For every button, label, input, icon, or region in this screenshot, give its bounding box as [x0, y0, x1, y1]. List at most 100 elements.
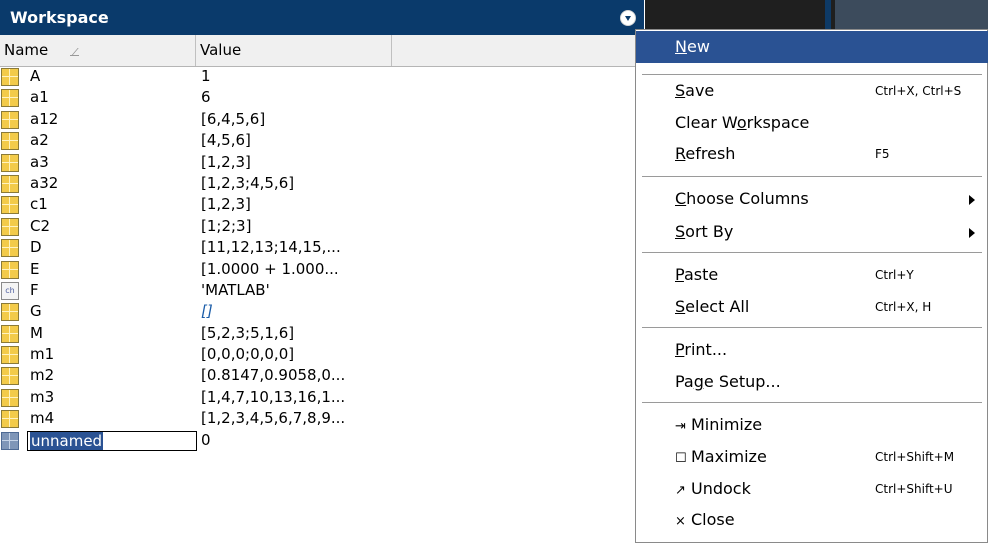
- menu-item-undock[interactable]: ↗ Undock Ctrl+Shift+U: [636, 473, 988, 505]
- variable-name: a12: [30, 109, 59, 128]
- menu-label-part: Clear W: [675, 113, 737, 132]
- close-icon: ×: [675, 514, 686, 529]
- variable-value: [1,2,3]: [201, 195, 251, 214]
- menu-mnemonic: S: [675, 81, 686, 100]
- menu-label-part: efresh: [685, 144, 736, 163]
- menu-separator: [642, 252, 982, 253]
- workspace-title-bar: Workspace: [0, 0, 644, 35]
- submenu-arrow-icon: [969, 228, 975, 238]
- menu-item-page-setup[interactable]: Page Setup...: [636, 366, 988, 398]
- menu-item-select-all[interactable]: Select All Ctrl+X, H: [636, 291, 988, 323]
- variable-name: M: [30, 323, 43, 342]
- table-row[interactable]: D [11,12,13;14,15,...: [0, 237, 640, 258]
- variable-value: 1: [201, 67, 211, 85]
- matrix-icon: [1, 410, 19, 429]
- menu-item-choose-columns[interactable]: Choose Columns: [636, 183, 988, 215]
- menu-item-clear-workspace[interactable]: Clear Workspace: [636, 107, 988, 139]
- matrix-icon: [1, 367, 19, 386]
- variable-name: m3: [30, 387, 55, 406]
- context-menu: New Save Ctrl+X, Ctrl+S Clear Workspace …: [635, 29, 988, 543]
- table-row[interactable]: M [5,2,3;5,1,6]: [0, 323, 640, 344]
- variable-name: D: [30, 238, 42, 257]
- variable-value: [1,2,3;4,5,6]: [201, 173, 295, 192]
- menu-item-minimize[interactable]: ⇥ Minimize: [636, 409, 988, 441]
- variable-value: [11,12,13;14,15,...: [201, 238, 341, 257]
- table-row[interactable]: A1: [0, 66, 640, 87]
- column-header-value-label: Value: [200, 41, 242, 59]
- menu-mnemonic: P: [675, 265, 684, 284]
- table-row[interactable]: a2 [4,5,6]: [0, 130, 640, 151]
- variable-value: 6: [201, 88, 211, 107]
- table-row[interactable]: m3 [1,4,7,10,13,16,1...: [0, 387, 640, 408]
- submenu-arrow-icon: [969, 195, 975, 205]
- menu-item-close[interactable]: × Close: [636, 504, 988, 536]
- menu-mnemonic: o: [736, 113, 747, 132]
- menu-item-new[interactable]: New: [636, 31, 988, 63]
- menu-separator: [642, 402, 982, 403]
- column-header-value[interactable]: Value: [196, 35, 392, 66]
- matrix-icon: [1, 324, 19, 343]
- variable-name: G: [30, 302, 42, 321]
- table-row[interactable]: ch F 'MATLAB': [0, 280, 640, 301]
- menu-item-save[interactable]: Save Ctrl+X, Ctrl+S: [636, 75, 988, 107]
- matrix-icon: [1, 388, 19, 407]
- variable-value: [1,4,7,10,13,16,1...: [201, 387, 346, 406]
- variable-value: [5,2,3;5,1,6]: [201, 323, 295, 342]
- matrix-icon: [1, 260, 19, 279]
- variable-value: [1.0000 + 1.000...: [201, 259, 339, 278]
- table-row[interactable]: C2 [1;2;3]: [0, 216, 640, 237]
- table-row[interactable]: a32 [1,2,3;4,5,6]: [0, 173, 640, 194]
- menu-shortcut: F5: [875, 147, 890, 161]
- table-row[interactable]: m2 [0.8147,0.9058,0...: [0, 365, 640, 386]
- variable-value: [0,0,0;0,0,0]: [201, 345, 295, 364]
- workspace-title: Workspace: [10, 8, 109, 27]
- table-row[interactable]: a12 [6,4,5,6]: [0, 109, 640, 130]
- variable-name-editor[interactable]: unnamed: [27, 430, 197, 451]
- variable-name: m4: [30, 409, 55, 428]
- menu-mnemonic: g: [693, 372, 704, 391]
- menu-item-sort-by[interactable]: Sort By: [636, 216, 988, 248]
- menu-item-paste[interactable]: Paste Ctrl+Y: [636, 259, 988, 291]
- table-row[interactable]: m4 [1,2,3,4,5,6,7,8,9...: [0, 408, 640, 429]
- menu-label-part: ort By: [685, 222, 734, 241]
- menu-item-print[interactable]: Print...: [636, 334, 988, 366]
- variable-list: A1 a1 6 a12 [6,4,5,6] a2 [4,5,6] a3 [1,2,3] …: [0, 66, 640, 451]
- selected-name-text: unnamed: [30, 431, 104, 450]
- matrix-icon: [1, 346, 19, 365]
- menu-item-maximize[interactable]: ☐ Maximize Ctrl+Shift+M: [636, 441, 988, 473]
- menu-mnemonic: R: [675, 144, 686, 163]
- table-row[interactable]: G []: [0, 301, 640, 322]
- background-accent: [825, 0, 831, 30]
- new-variable-row[interactable]: unnamed 0: [0, 430, 640, 451]
- matrix-icon: [1, 217, 19, 236]
- variable-name: F: [30, 280, 39, 299]
- matrix-icon: [1, 431, 19, 450]
- matrix-icon: [1, 303, 19, 322]
- menu-item-refresh[interactable]: Refresh F5: [636, 138, 988, 170]
- column-header-name[interactable]: Name: [0, 35, 196, 66]
- table-row[interactable]: a1 6: [0, 87, 640, 108]
- table-row[interactable]: c1 [1,2,3]: [0, 194, 640, 215]
- menu-label: Maximize: [691, 447, 767, 466]
- minimize-icon: ⇥: [675, 419, 686, 434]
- menu-separator: [642, 176, 982, 177]
- table-row[interactable]: E [1.0000 + 1.000...: [0, 259, 640, 280]
- table-row[interactable]: a3 [1,2,3]: [0, 152, 640, 173]
- variable-value: 0: [201, 430, 211, 449]
- menu-shortcut: Ctrl+Shift+U: [875, 482, 953, 496]
- matrix-icon: [1, 153, 19, 172]
- menu-label: Close: [691, 510, 735, 529]
- menu-label-part: rint...: [684, 340, 728, 359]
- matrix-icon: [1, 174, 19, 193]
- menu-label-part: ew: [686, 37, 710, 56]
- menu-label-part: hoose Columns: [686, 189, 809, 208]
- matrix-icon: [1, 132, 19, 151]
- panel-menu-icon[interactable]: [620, 10, 636, 26]
- variable-value: [1,2,3]: [201, 152, 251, 171]
- variable-value: [4,5,6]: [201, 131, 251, 150]
- menu-shortcut: Ctrl+Y: [875, 268, 914, 282]
- maximize-icon: ☐: [675, 451, 687, 466]
- workspace-panel: Workspace Name Value A1 a1 6 a12 [6,4,5,6]…: [0, 0, 644, 543]
- variable-value: [6,4,5,6]: [201, 109, 266, 128]
- table-row[interactable]: m1 [0,0,0;0,0,0]: [0, 344, 640, 365]
